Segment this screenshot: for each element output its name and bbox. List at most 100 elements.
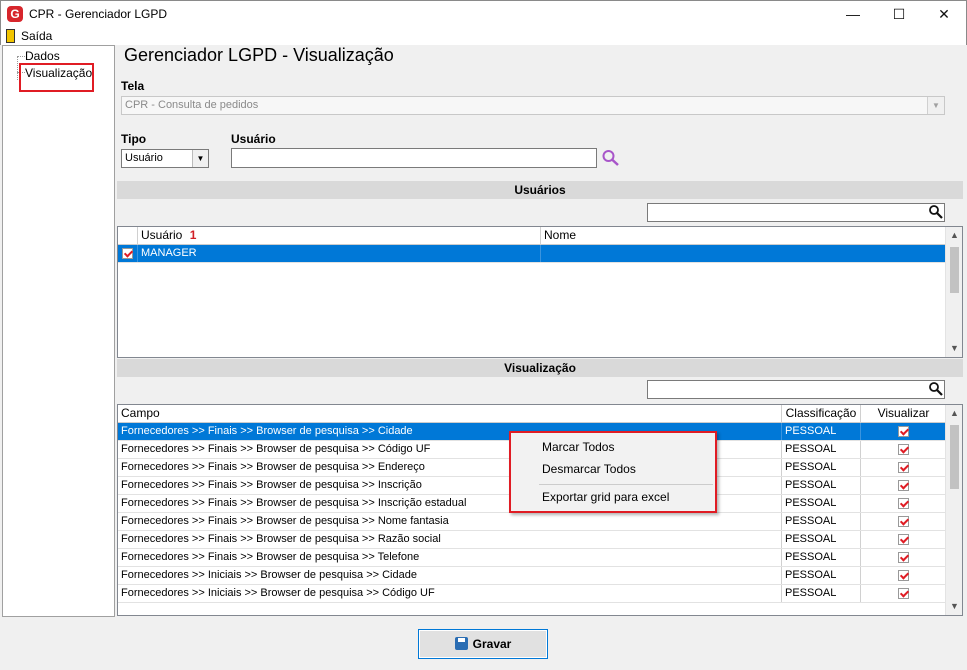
cell-visualizar[interactable]: [861, 549, 947, 566]
usuarios-section-header: Usuários: [117, 181, 963, 199]
cell-classificacao: PESSOAL: [782, 423, 861, 440]
tela-value: CPR - Consulta de pedidos: [125, 99, 259, 111]
usuarios-grid: Usuário 1 Nome MANAGER ▲ ▼: [117, 226, 963, 358]
save-button[interactable]: Gravar: [418, 629, 548, 659]
column-header-nome[interactable]: Nome: [541, 227, 947, 245]
cell-classificacao: PESSOAL: [782, 585, 861, 602]
table-row[interactable]: Fornecedores >> Iniciais >> Browser de p…: [118, 585, 947, 603]
chevron-down-icon[interactable]: ▼: [192, 150, 208, 167]
context-menu-separator: [539, 484, 713, 485]
minimize-button[interactable]: —: [830, 1, 876, 29]
cell-visualizar[interactable]: [861, 585, 947, 602]
cell-visualizar[interactable]: [861, 441, 947, 458]
tipo-select[interactable]: Usuário ▼: [121, 149, 209, 168]
cell-visualizar[interactable]: [861, 477, 947, 494]
chevron-down-icon: ▼: [927, 97, 944, 114]
title-bar: G CPR - Gerenciador LGPD — ☐ ✕: [0, 0, 967, 28]
table-row[interactable]: Fornecedores >> Finais >> Browser de pes…: [118, 531, 947, 549]
save-button-label: Gravar: [472, 637, 512, 651]
context-menu-desmarcar-todos[interactable]: Desmarcar Todos: [542, 462, 636, 476]
cell-visualizar[interactable]: [861, 513, 947, 530]
context-menu-exportar-excel[interactable]: Exportar grid para excel: [542, 490, 669, 504]
visualizacao-scrollbar[interactable]: ▲ ▼: [945, 405, 962, 615]
menu-bar: Saída: [0, 28, 967, 45]
usuarios-search-input[interactable]: [647, 203, 945, 222]
checkbox-checked-icon[interactable]: [122, 247, 133, 259]
scroll-down-icon[interactable]: ▼: [946, 340, 962, 357]
cell-classificacao: PESSOAL: [782, 531, 861, 548]
context-menu: Marcar Todos Desmarcar Todos Exportar gr…: [509, 431, 717, 513]
table-row[interactable]: Fornecedores >> Iniciais >> Browser de p…: [118, 567, 947, 585]
cell-visualizar[interactable]: [861, 459, 947, 476]
column-header-usuario[interactable]: Usuário 1: [138, 227, 541, 245]
search-icon[interactable]: [601, 149, 621, 167]
scroll-down-icon[interactable]: ▼: [946, 598, 962, 615]
column-header-campo[interactable]: Campo: [118, 405, 782, 423]
cell-classificacao: PESSOAL: [782, 495, 861, 512]
tela-label: Tela: [121, 79, 145, 93]
menu-saida[interactable]: Saída: [21, 29, 52, 43]
table-row[interactable]: Fornecedores >> Finais >> Browser de pes…: [118, 513, 947, 531]
table-row[interactable]: Fornecedores >> Finais >> Browser de pes…: [118, 549, 947, 567]
cell-visualizar[interactable]: [861, 423, 947, 440]
tipo-value: Usuário: [125, 152, 163, 164]
checkbox-checked-icon[interactable]: [898, 479, 909, 491]
tree-connector: [17, 56, 25, 57]
column-header-visualizar[interactable]: Visualizar: [861, 405, 947, 423]
close-button[interactable]: ✕: [921, 1, 967, 29]
table-row[interactable]: MANAGER: [118, 245, 947, 263]
maximize-button[interactable]: ☐: [876, 1, 922, 29]
tela-select: CPR - Consulta de pedidos ▼: [121, 96, 945, 115]
visualizacao-search-input[interactable]: [647, 380, 945, 399]
grid-header-checkbox-col: [118, 227, 138, 245]
floppy-disk-icon: [454, 637, 468, 650]
checkbox-checked-icon[interactable]: [898, 587, 909, 599]
cell-classificacao: PESSOAL: [782, 441, 861, 458]
cell-visualizar[interactable]: [861, 567, 947, 584]
page-title: Gerenciador LGPD - Visualização: [124, 45, 394, 65]
context-menu-marcar-todos[interactable]: Marcar Todos: [542, 440, 614, 454]
cell-visualizar[interactable]: [861, 495, 947, 512]
window-title: CPR - Gerenciador LGPD: [29, 7, 168, 21]
column-header-classificacao[interactable]: Classificação: [782, 405, 861, 423]
checkbox-checked-icon[interactable]: [898, 515, 909, 527]
cell-campo: Fornecedores >> Finais >> Browser de pes…: [118, 513, 782, 530]
cell-campo: Fornecedores >> Iniciais >> Browser de p…: [118, 585, 782, 602]
scrollbar-thumb[interactable]: [950, 247, 959, 293]
tipo-label: Tipo: [121, 132, 147, 146]
cell-campo: Fornecedores >> Finais >> Browser de pes…: [118, 531, 782, 548]
exit-door-icon: [6, 29, 15, 43]
column-header-usuario-label: Usuário: [141, 228, 183, 242]
checkbox-checked-icon[interactable]: [898, 461, 909, 473]
cell-classificacao: PESSOAL: [782, 549, 861, 566]
cell-visualizar[interactable]: [861, 531, 947, 548]
navigation-tree: Dados Visualização: [2, 45, 115, 617]
cell-campo: Fornecedores >> Iniciais >> Browser de p…: [118, 567, 782, 584]
app-logo-icon: G: [7, 6, 23, 22]
tree-connector: [17, 56, 18, 80]
row-checkbox[interactable]: [118, 245, 138, 262]
scrollbar-thumb[interactable]: [950, 425, 959, 489]
search-icon[interactable]: [928, 381, 944, 397]
tree-item-dados[interactable]: Dados: [25, 49, 60, 63]
checkbox-checked-icon[interactable]: [898, 425, 909, 437]
checkbox-checked-icon[interactable]: [898, 551, 909, 563]
cell-classificacao: PESSOAL: [782, 459, 861, 476]
usuarios-scrollbar[interactable]: ▲ ▼: [945, 227, 962, 357]
sort-ascending-icon: 1: [189, 228, 197, 242]
highlight-annotation: [19, 63, 94, 92]
scroll-up-icon[interactable]: ▲: [946, 227, 962, 244]
cell-nome: [541, 245, 947, 262]
scroll-up-icon[interactable]: ▲: [946, 405, 962, 422]
grid-header: Usuário 1 Nome: [118, 227, 947, 245]
checkbox-checked-icon[interactable]: [898, 533, 909, 545]
cell-usuario: MANAGER: [138, 245, 541, 262]
search-icon[interactable]: [928, 204, 944, 220]
checkbox-checked-icon[interactable]: [898, 443, 909, 455]
checkbox-checked-icon[interactable]: [898, 497, 909, 509]
usuario-input[interactable]: [231, 148, 597, 168]
cell-classificacao: PESSOAL: [782, 477, 861, 494]
cell-classificacao: PESSOAL: [782, 567, 861, 584]
checkbox-checked-icon[interactable]: [898, 569, 909, 581]
cell-campo: Fornecedores >> Finais >> Browser de pes…: [118, 549, 782, 566]
